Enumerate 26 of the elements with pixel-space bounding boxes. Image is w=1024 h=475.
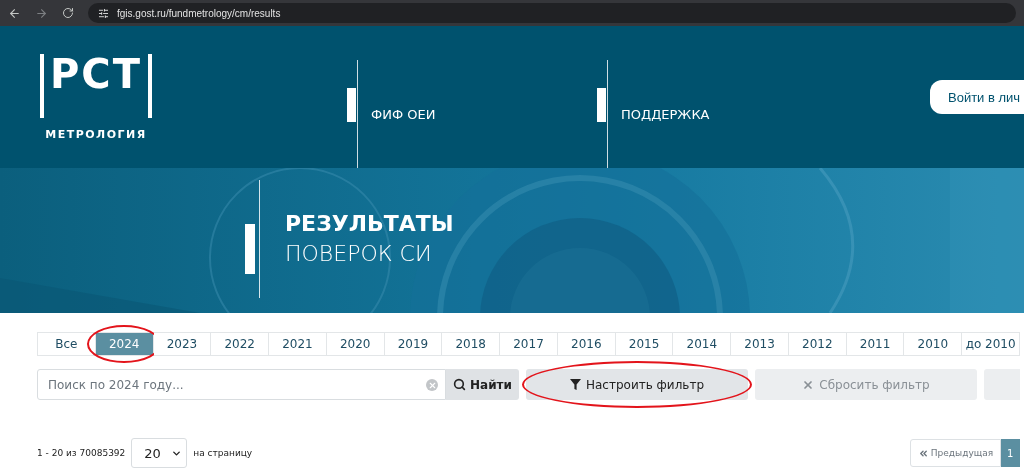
search-field[interactable]: Поиск по 2024 году...	[37, 369, 446, 400]
per-page-select[interactable]: 20	[131, 438, 188, 468]
search-icon	[453, 378, 467, 391]
back-icon[interactable]	[8, 6, 21, 20]
title-marker-bar	[245, 224, 255, 274]
page-subtitle: ПОВЕРОК СИ	[285, 240, 433, 268]
per-page-label: на страницу	[193, 448, 253, 458]
reload-icon[interactable]	[62, 7, 74, 19]
page-title: РЕЗУЛЬТАТЫ	[285, 210, 454, 239]
close-icon	[802, 378, 815, 391]
year-tab[interactable]: 2024	[95, 333, 153, 355]
login-button[interactable]: Войти в лич	[930, 80, 1024, 114]
address-bar[interactable]: fgis.gost.ru/fundmetrology/cm/results	[88, 3, 1016, 23]
nav-marker-bar	[597, 88, 606, 122]
filter-icon	[570, 379, 581, 390]
logo-caption: МЕТРОЛОГИЯ	[45, 128, 147, 141]
filter-button[interactable]: Настроить фильтр	[526, 369, 748, 400]
find-button[interactable]: Найти	[446, 369, 519, 400]
result-count: 1 - 20 из 70085392	[37, 448, 126, 458]
logo-mark: РСТ	[40, 54, 152, 118]
site-settings-icon[interactable]	[98, 7, 109, 19]
previous-page-button[interactable]: Предыдущая	[910, 439, 1001, 467]
url-text: fgis.gost.ru/fundmetrology/cm/results	[117, 7, 281, 19]
page-button[interactable]: 1	[1001, 439, 1020, 467]
forward-icon[interactable]	[35, 6, 48, 20]
nav-marker-bar	[347, 88, 356, 122]
